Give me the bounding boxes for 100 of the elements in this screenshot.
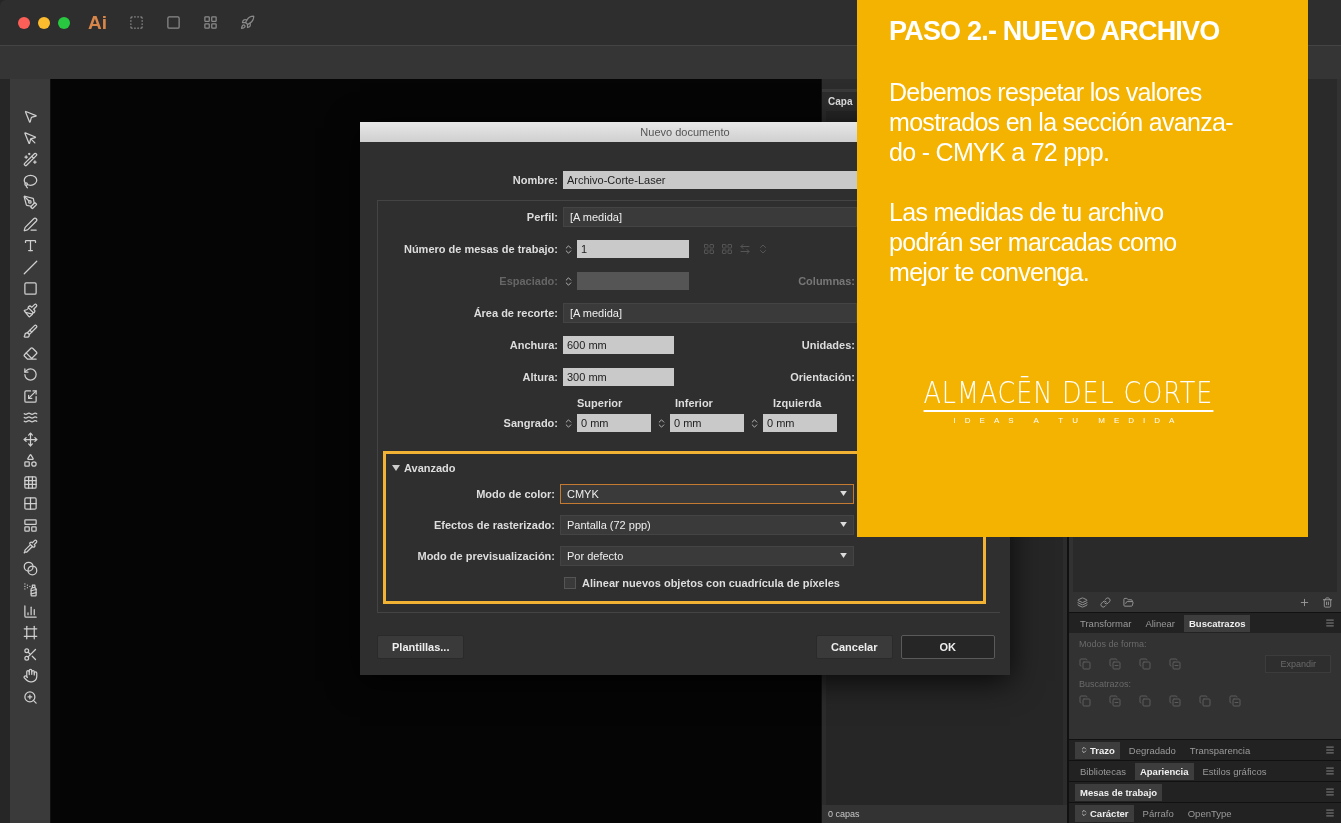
crop-area-dropdown[interactable]: [A medida] [563,303,857,323]
default-button[interactable]: OK [900,635,995,659]
stepper-icon[interactable] [563,417,574,429]
panel-tab[interactable]: Estilos gráficos [1197,762,1272,780]
spacing-field[interactable] [577,272,689,290]
stepper-icon[interactable] [563,243,574,255]
field-label: Sangrado: [502,417,558,429]
field-label: Nombre: [511,174,558,186]
select-field[interactable]: Pantalla (72 ppp) [560,514,854,535]
field-label: Área de recorte: [472,307,558,319]
blend-icon[interactable] [22,560,38,576]
field-label: Columnas: [798,275,855,287]
line-icon[interactable] [22,259,38,275]
eraser-icon[interactable] [22,345,38,361]
panel-tab[interactable]: Transparencia [1184,741,1256,759]
arrow-pointer-icon[interactable] [22,109,38,124]
square-dashed-icon[interactable] [129,15,144,30]
brush-icon[interactable] [22,324,38,339]
column-label: Inferior [675,397,714,411]
lasso-icon[interactable] [22,173,38,189]
bleed-field[interactable]: 0 mm [577,414,651,432]
panel-tab[interactable]: Mesas de trabajo [1075,783,1163,801]
field-label: Modo de color: [475,487,555,500]
shapes-icon[interactable] [22,453,38,468]
dialog-button[interactable]: Cancelar [816,635,893,659]
layers-icon[interactable] [1077,596,1088,608]
height-field[interactable]: 300 mm [563,368,674,386]
plus-icon[interactable] [1299,596,1310,608]
panel-tab[interactable]: Bibliotecas [1075,762,1131,780]
move-icon[interactable] [22,431,38,447]
panel-tab[interactable]: Apariencia [1134,762,1194,780]
pen-icon[interactable] [22,195,38,210]
type-icon[interactable] [22,238,38,253]
panel-tab[interactable]: Degradado [1123,741,1181,759]
pointer-icon[interactable] [22,130,38,146]
panel-tab[interactable]: Trazo [1075,741,1120,759]
field-label: Orientación: [790,371,855,383]
section-label: Avanzado [404,462,456,474]
panel-tab[interactable]: Carácter [1075,804,1134,822]
artboard-icon[interactable] [22,625,38,640]
column-label: Superior [577,397,624,411]
panel-tab[interactable]: Párrafo [1137,804,1179,822]
brand-logo: ALMACĒN DEL CORTE [923,375,1214,412]
select-field[interactable]: Por defecto [560,545,854,566]
field-label: Modo de previsualización: [416,549,555,562]
eyedropper-icon[interactable] [22,539,38,554]
magic-wand-icon[interactable] [22,152,38,167]
field-label: Número de mesas de trabajo: [402,243,558,255]
rectangle-icon[interactable] [22,281,38,296]
field-label: Perfil: [525,211,558,223]
link-icon[interactable] [1100,596,1111,608]
close-button[interactable] [18,16,30,29]
card-paragraph: Las medidas de tu archivo podrán ser marcadas como mejor te convenga. [889,197,1178,287]
menu-icon[interactable] [1325,808,1335,818]
field-label: Anchura: [508,339,558,351]
name-field[interactable]: Archivo-Corte-Laser [563,171,857,189]
rotate-icon[interactable] [22,367,38,382]
bleed-field[interactable]: 0 mm [763,414,837,432]
minimize-button[interactable] [38,16,50,29]
width-field[interactable]: 600 mm [563,336,674,354]
stepper-icon[interactable] [563,275,574,287]
pen-line-icon[interactable] [22,216,38,232]
caret-icon [840,553,847,558]
field-label: Unidades: [801,339,855,351]
trash-icon[interactable] [1322,596,1333,608]
collapse-icon[interactable] [1080,746,1088,754]
stepper-icon[interactable] [749,417,760,429]
brand-tagline: IDEAS A TU MEDIDA [953,416,1184,425]
collapse-icon[interactable] [1080,809,1088,817]
checkbox[interactable] [564,577,576,589]
square-icon[interactable] [166,15,181,30]
menu-icon[interactable] [1325,745,1335,755]
zoom-icon[interactable] [22,689,38,705]
field-label: Efectos de rasterizado: [432,518,555,531]
bar-chart-icon[interactable] [22,603,38,619]
folder-icon[interactable] [1123,596,1134,608]
menu-icon[interactable] [1325,766,1335,776]
bleed-field[interactable]: 0 mm [670,414,744,432]
layout-grid-icon[interactable] [203,15,218,30]
column-label: Izquierda [773,397,823,411]
hand-icon[interactable] [22,668,38,683]
panel-tab[interactable]: OpenType [1182,804,1237,822]
stepper-icon[interactable] [656,417,667,429]
app-logo: Ai [88,11,107,34]
templates-button[interactable]: Plantillas... [377,635,465,659]
artboard-count-field[interactable]: 1 [577,240,689,258]
paintbrush-icon[interactable] [22,302,38,318]
scissors-icon[interactable] [22,646,38,662]
grid-icon[interactable] [22,474,38,490]
panel-tab[interactable]: Capa [822,92,859,111]
spray-can-icon[interactable] [22,582,38,597]
profile-dropdown[interactable]: [A medida] [563,207,857,227]
scale-icon[interactable] [22,388,38,404]
rocket-icon[interactable] [240,15,255,30]
menu-icon[interactable] [1325,618,1335,628]
zoom-button[interactable] [58,16,70,29]
select-field[interactable]: CMYK [560,483,854,504]
disclosure-triangle-icon[interactable] [392,465,400,471]
menu-icon[interactable] [1325,787,1335,797]
caret-icon [840,522,847,527]
